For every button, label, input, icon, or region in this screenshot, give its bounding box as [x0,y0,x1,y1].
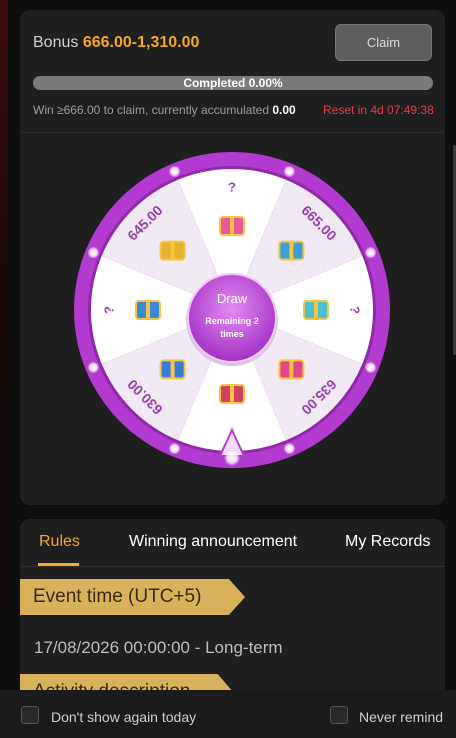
tabs-divider [20,566,445,567]
gift-icon [278,240,305,261]
gift-icon [303,300,329,320]
claim-hint: Win ≥666.00 to claim, currently accumula… [33,103,296,117]
gift-icon [135,300,161,320]
event-time-heading: Event time (UTC+5) [20,579,245,615]
gift-ribbon [170,241,175,260]
bonus-range: 666.00-1,310.00 [82,34,200,51]
rim-light [87,246,100,259]
progress-text: Completed 0.00% [183,76,283,90]
gift-icon [219,384,245,404]
reset-countdown: Reset in 4d 07:49:38 [323,103,434,117]
prize-wheel[interactable]: ? 665.00? 635.00 630.00? 645.00 Draw Remaining… [72,149,392,471]
wheel-segment-label: ? [228,179,236,194]
event-time-value: 17/08/2026 00:00:00 - Long-term [34,638,283,657]
bonus-panel: Bonus 666.00-1,310.00 Claim Completed 0.… [20,10,445,505]
bonus-label: Bonus 666.00-1,310.00 [33,34,199,52]
rim-light [364,361,377,374]
dont-show-checkbox[interactable] [21,706,39,724]
gift-ribbon [230,217,234,235]
prize-wheel-graphic: ?665.00?635.00630.00?645.00DrawRemaining… [74,152,390,468]
footer-bar: Don't show again today Never remind [0,690,456,738]
gift-ribbon [289,360,294,379]
draw-label: Draw [217,291,248,306]
dont-show-label[interactable]: Don't show again today [51,709,196,725]
tab-winning-announcement[interactable]: Winning announcement [129,533,297,551]
rim-light [364,246,377,259]
wheel-segment-label: ? [101,306,116,314]
pointer-light [224,450,240,466]
progress-bar: Completed 0.00% [33,76,433,90]
remaining-label: Remaining 2 [205,316,259,326]
rim-light [168,165,181,178]
tab-rules[interactable]: Rules [39,533,80,551]
gift-icon [159,359,186,380]
rim-light [87,361,100,374]
accumulated-value: 0.00 [272,103,296,117]
times-label: times [220,329,244,339]
gift-ribbon [146,301,150,319]
claim-hint-text: Win ≥666.00 to claim, currently accumula… [33,103,270,117]
gift-ribbon [230,385,234,403]
tab-my-records[interactable]: My Records [345,533,430,551]
never-remind-label[interactable]: Never remind [359,709,443,725]
gift-icon [278,359,305,380]
gift-ribbon [170,360,175,379]
background-edge [0,0,8,738]
rim-light [283,165,296,178]
wheel-segment-label: ? [348,306,363,314]
gift-icon [159,240,186,261]
gift-ribbon [314,301,318,319]
rim-light [283,442,296,455]
rim-light [168,442,181,455]
never-remind-checkbox[interactable] [330,706,348,724]
divider [20,132,445,133]
gift-icon [219,216,245,236]
bonus-text: Bonus [33,34,79,51]
claim-button[interactable]: Claim [335,24,432,61]
gift-ribbon [289,241,294,260]
